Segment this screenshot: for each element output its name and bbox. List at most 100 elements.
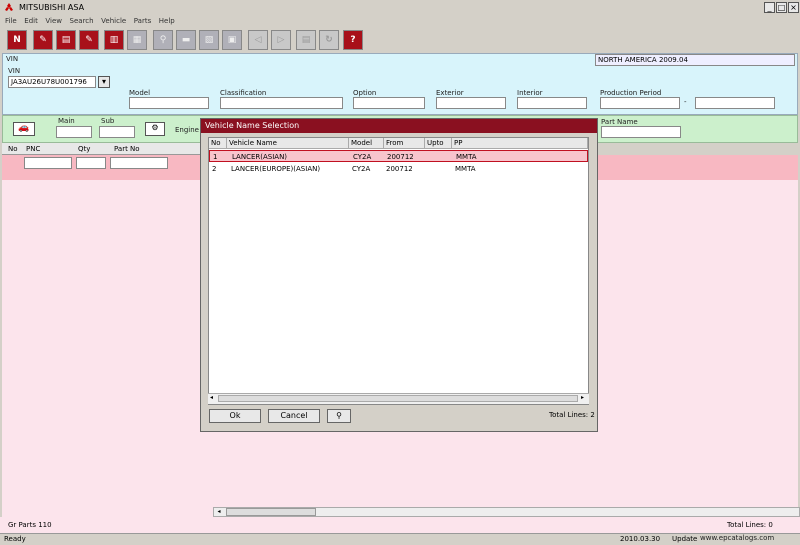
row-pp: MMTA [456,153,477,161]
classification-field[interactable] [220,97,343,109]
part-name-field[interactable] [601,126,681,138]
menu-view[interactable]: View [45,17,62,25]
model-field[interactable] [129,97,209,109]
vin-panel: VIN NORTH AMERICA 2009.04 VIN JA3AU26U78… [2,53,798,115]
edit-button[interactable]: ✎ [33,30,53,50]
dialog-title: Vehicle Name Selection [201,119,597,133]
horizontal-scrollbar[interactable]: ◂ [213,507,800,517]
vehicle-button[interactable]: ▬ [176,30,196,50]
interior-field[interactable] [517,97,587,109]
option-label: Option [353,89,377,97]
toolbar: N ✎ ▤ ✎ ▥ ▦ ⚲ ▬ ▧ ▣ ◁ ▷ ▤ ↻ ? [0,28,800,53]
col-header-no[interactable]: No [209,138,227,149]
col-header-vehicle-name[interactable]: Vehicle Name [227,138,349,149]
row-vehicle-name: LANCER(EUROPE)(ASIAN) [231,165,321,173]
menu-bar: File Edit View Search Vehicle Parts Help [0,16,800,28]
menu-edit[interactable]: Edit [24,17,38,25]
help-button[interactable]: ? [343,30,363,50]
region-select[interactable]: NORTH AMERICA 2009.04 [595,54,795,66]
vin-dropdown-icon[interactable]: ▾ [98,76,110,88]
production-to-field[interactable] [695,97,775,109]
parts-grid-header: No PNC Qty Part No [2,143,202,155]
col-header-model[interactable]: Model [349,138,384,149]
menu-vehicle[interactable]: Vehicle [101,17,126,25]
row-no: 1 [213,153,218,161]
row-from: 200712 [387,153,414,161]
vin-label: VIN [8,67,21,75]
main-label: Main [58,117,75,125]
maximize-button[interactable]: □ [776,2,787,13]
notes-button[interactable]: ✎ [79,30,99,50]
info-button[interactable]: ▧ [199,30,219,50]
row-model: CY2A [353,153,372,161]
menu-file[interactable]: File [5,17,17,25]
pnc-input[interactable] [24,157,72,169]
vehicle-row[interactable]: 2 LANCER(EUROPE)(ASIAN) CY2A 200712 MMTA [209,163,588,175]
row-model: CY2A [352,165,371,173]
vin-input[interactable]: JA3AU26U78U001796 [8,76,96,88]
dialog-scroll-right-icon[interactable]: ▸ [581,394,584,401]
interior-label: Interior [517,89,543,97]
dialog-total-lines: Total Lines: 2 [549,411,595,419]
book-button[interactable]: ▥ [104,30,124,50]
new-search-button[interactable]: N [7,30,27,50]
col-header-pp[interactable]: PP [452,138,588,149]
binoculars-button[interactable]: ⚲ [153,30,173,50]
ok-button[interactable]: Ok [209,409,261,423]
group-parts-count: Gr Parts 110 [8,521,52,529]
production-period-label: Production Period [600,89,662,97]
model-label: Model [129,89,151,97]
production-from-field[interactable] [600,97,680,109]
scroll-thumb[interactable] [226,508,316,516]
engine-icon[interactable]: ⚙ [145,122,165,136]
search-icon[interactable]: ⚲ [327,409,351,423]
row-from: 200712 [386,165,413,173]
exterior-label: Exterior [436,89,464,97]
vehicle-list: No Vehicle Name Model From Upto PP 1 LAN… [208,137,589,405]
cancel-button[interactable]: Cancel [268,409,320,423]
exterior-field[interactable] [436,97,506,109]
col-qty: Qty [78,145,91,153]
close-button[interactable]: × [788,2,799,13]
menu-help[interactable]: Help [159,17,175,25]
row-pp: MMTA [455,165,476,173]
date-text: 2010.03.30 [620,535,661,543]
sub-field[interactable] [99,126,135,138]
dialog-scrollbar[interactable]: ◂ ▸ [208,393,589,404]
compare-button[interactable]: ▦ [127,30,147,50]
disk-button[interactable]: ▣ [222,30,242,50]
prev-button[interactable]: ◁ [248,30,268,50]
menu-parts[interactable]: Parts [134,17,151,25]
menu-search[interactable]: Search [70,17,94,25]
status-bar: Ready 2010.03.30 Update www.epcatalogs.c… [0,533,800,545]
print-button[interactable]: ▤ [56,30,76,50]
row-no: 2 [212,165,217,173]
option-field[interactable] [353,97,425,109]
summary-row: Gr Parts 110 Total Lines: 0 [0,517,800,533]
part-name-label: Part Name [601,118,638,126]
main-field[interactable] [56,126,92,138]
vin-header-label: VIN [6,55,19,63]
minimize-button[interactable]: _ [764,2,775,13]
dialog-scroll-thumb[interactable] [218,395,578,402]
mitsubishi-logo-icon [5,3,13,11]
window-title: MITSUBISHI ASA [19,3,85,12]
scroll-left-icon[interactable]: ◂ [214,508,224,516]
car-icon[interactable]: 🚗 [13,122,35,136]
col-header-from[interactable]: From [384,138,425,149]
refresh-button[interactable]: ↻ [319,30,339,50]
part-no-input[interactable] [110,157,168,169]
col-pnc: PNC [26,145,41,153]
vehicle-name-selection-dialog: Vehicle Name Selection No Vehicle Name M… [200,118,598,432]
dialog-scroll-left-icon[interactable]: ◂ [210,394,213,401]
next-button[interactable]: ▷ [271,30,291,50]
period-dash: - [684,98,687,106]
title-bar: MITSUBISHI ASA _ □ × [0,0,800,16]
doc-button[interactable]: ▤ [296,30,316,50]
col-header-upto[interactable]: Upto [425,138,452,149]
qty-input[interactable] [76,157,106,169]
ready-text: Ready [4,535,26,543]
update-text: Update [672,535,698,543]
sub-label: Sub [101,117,115,125]
vehicle-row[interactable]: 1 LANCER(ASIAN) CY2A 200712 MMTA [209,150,588,162]
